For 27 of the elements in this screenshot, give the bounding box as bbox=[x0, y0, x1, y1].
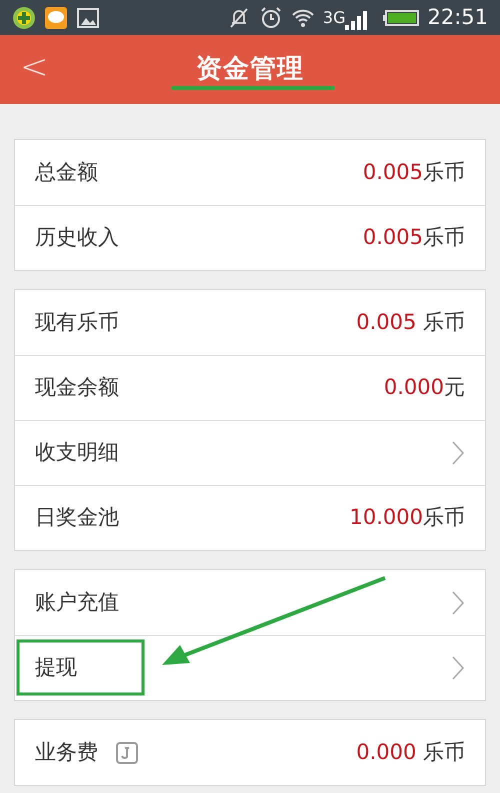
message-icon bbox=[44, 6, 68, 30]
info-icon[interactable] bbox=[116, 742, 138, 764]
clock-time: 22:51 bbox=[427, 4, 488, 31]
menu-row[interactable]: 收支明细 bbox=[15, 420, 485, 485]
row-label: 业务费 bbox=[35, 738, 98, 766]
network-type: 3G bbox=[322, 6, 346, 28]
row-label: 日奖金池 bbox=[35, 504, 119, 532]
image-icon bbox=[76, 6, 100, 30]
menu-row[interactable]: 账户充值 bbox=[15, 570, 485, 635]
row-label: 历史收入 bbox=[35, 224, 119, 252]
chevron-icon bbox=[451, 590, 465, 616]
app-icon bbox=[12, 6, 36, 30]
amount-value: 0.005乐币 bbox=[362, 158, 465, 186]
signal-icon bbox=[345, 10, 368, 30]
amount-value: 10.000乐币 bbox=[350, 504, 465, 532]
amount-value: 0.005乐币 bbox=[362, 224, 465, 252]
amount-value: 0.000元 bbox=[384, 374, 465, 402]
amount-value: 0.000 乐币 bbox=[356, 738, 465, 766]
amount-value: 0.005 乐币 bbox=[356, 308, 465, 336]
alarm-icon bbox=[258, 6, 283, 30]
page-title: 资金管理 bbox=[196, 53, 304, 86]
row-label: 现金余额 bbox=[35, 374, 119, 402]
row-label: 现有乐币 bbox=[35, 308, 119, 336]
battery-icon bbox=[383, 8, 420, 26]
row-label: 总金额 bbox=[35, 158, 98, 186]
chevron-icon bbox=[451, 655, 465, 681]
chevron-icon bbox=[451, 440, 465, 466]
